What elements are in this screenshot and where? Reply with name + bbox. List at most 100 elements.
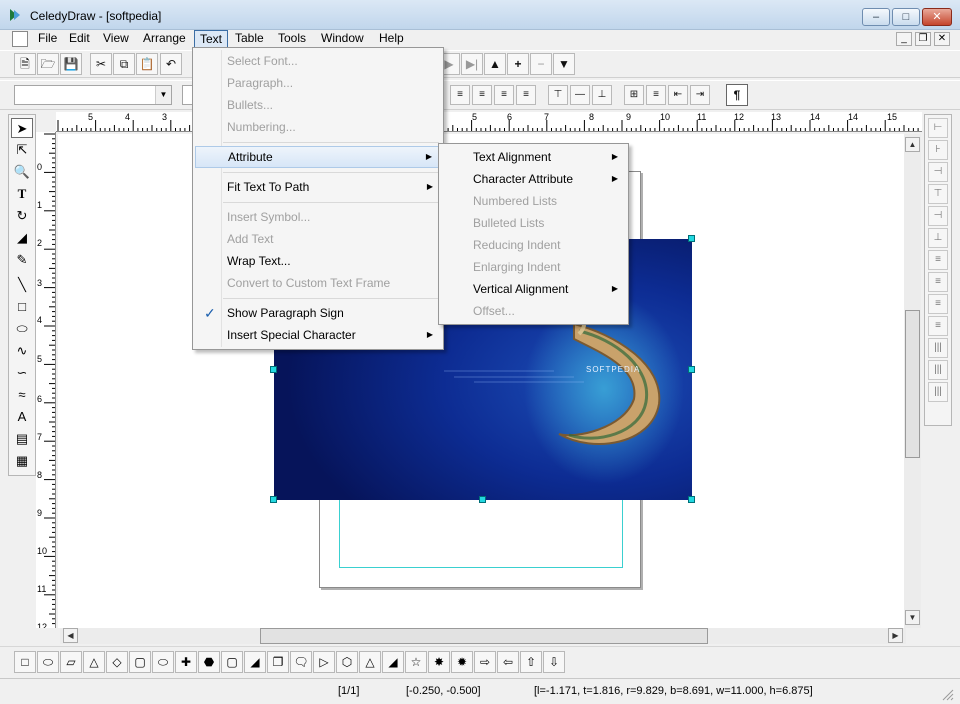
distribute-middle-icon[interactable]: ≡: [928, 272, 948, 292]
submenu-item-text-alignment[interactable]: Text Alignment ▶: [441, 146, 626, 168]
scroll-down-icon[interactable]: ▼: [905, 610, 920, 625]
text-tool-icon[interactable]: T: [11, 184, 33, 204]
scroll-up-icon[interactable]: ▲: [905, 137, 920, 152]
selection-handle[interactable]: [688, 235, 695, 242]
bulleted-list-icon[interactable]: ≡: [646, 85, 666, 105]
right-triangle-shape-icon[interactable]: ◢: [382, 651, 404, 673]
art-text-icon[interactable]: A: [11, 407, 33, 427]
paste-icon[interactable]: 📋: [136, 53, 158, 75]
submenu-item-numbered-lists[interactable]: Numbered Lists: [441, 190, 626, 212]
distribute-center-icon[interactable]: |||: [928, 338, 948, 358]
rectangle-icon[interactable]: □: [11, 297, 33, 317]
cube-shape-icon[interactable]: ❐: [267, 651, 289, 673]
ellipse-icon[interactable]: ⬭: [11, 319, 33, 339]
horizontal-scrollbar[interactable]: ◀ ▶: [60, 628, 906, 644]
menu-item-numbering[interactable]: Numbering...: [195, 116, 441, 138]
menu-item-fit-text-to-path[interactable]: Fit Text To Path ▶: [195, 176, 441, 198]
menu-text[interactable]: Text: [194, 30, 229, 48]
submenu-item-character-attribute[interactable]: Character Attribute ▶: [441, 168, 626, 190]
increase-indent-icon[interactable]: ⇥: [690, 85, 710, 105]
vertical-scrollbar[interactable]: ▲ ▼: [904, 134, 921, 628]
triangle-shape-icon[interactable]: △: [359, 651, 381, 673]
align-right-edges-icon[interactable]: ⊣: [928, 162, 948, 182]
selection-handle[interactable]: [479, 496, 486, 503]
align-centers-h-icon[interactable]: ⊦: [928, 140, 948, 160]
oval-shape-icon[interactable]: ⬭: [152, 651, 174, 673]
align-top-edges-icon[interactable]: ⊤: [928, 184, 948, 204]
valign-middle-icon[interactable]: —: [570, 85, 590, 105]
mdi-minimize-button[interactable]: _: [896, 32, 912, 46]
parallelogram-shape-icon[interactable]: ▱: [60, 651, 82, 673]
curve-icon[interactable]: ∿: [11, 341, 33, 361]
scroll-left-icon[interactable]: ◀: [63, 628, 78, 643]
mdi-close-button[interactable]: ✕: [934, 32, 950, 46]
submenu-item-reducing-indent[interactable]: Reducing Indent: [441, 234, 626, 256]
ellipse-shape-icon[interactable]: ⬭: [37, 651, 59, 673]
horizontal-scroll-thumb[interactable]: [260, 628, 708, 644]
distribute-left-icon[interactable]: ≡: [928, 316, 948, 336]
minimize-button[interactable]: –: [862, 8, 890, 26]
send-backward-icon[interactable]: ▼: [553, 53, 575, 75]
selection-handle[interactable]: [688, 366, 695, 373]
align-justify-icon[interactable]: ≡: [516, 85, 536, 105]
open-folder-icon[interactable]: 🗁: [37, 53, 59, 75]
cross-shape-icon[interactable]: ✚: [175, 651, 197, 673]
node-edit-icon[interactable]: ⇱: [11, 140, 33, 160]
numbered-list-icon[interactable]: ⊞: [624, 85, 644, 105]
freehand-icon[interactable]: ≈: [11, 385, 33, 405]
pentagon-arrow-shape-icon[interactable]: ▷: [313, 651, 335, 673]
menu-item-wrap-text[interactable]: Wrap Text...: [195, 250, 441, 272]
submenu-item-offset[interactable]: Offset...: [441, 300, 626, 322]
menu-file[interactable]: File: [33, 30, 62, 48]
selection-handle[interactable]: [688, 496, 695, 503]
menu-item-attribute[interactable]: Attribute ▶: [195, 146, 441, 168]
menu-item-paragraph[interactable]: Paragraph...: [195, 72, 441, 94]
decrease-indent-icon[interactable]: ⇤: [668, 85, 688, 105]
rect-shape-icon[interactable]: □: [14, 651, 36, 673]
arrow-left-shape-icon[interactable]: ⇦: [497, 651, 519, 673]
align-left-icon[interactable]: ≡: [450, 85, 470, 105]
cut-icon[interactable]: ✂: [90, 53, 112, 75]
menu-arrange[interactable]: Arrange: [138, 30, 191, 48]
text-frame-icon[interactable]: ▤: [11, 429, 33, 449]
zoom-in-icon[interactable]: +: [507, 53, 529, 75]
zoom-out-icon[interactable]: −: [530, 53, 552, 75]
submenu-item-enlarging-indent[interactable]: Enlarging Indent: [441, 256, 626, 278]
submenu-item-bulleted-lists[interactable]: Bulleted Lists: [441, 212, 626, 234]
arrow-up-shape-icon[interactable]: ⇧: [520, 651, 542, 673]
callout-shape-icon[interactable]: 🗨: [290, 651, 312, 673]
menu-item-bullets[interactable]: Bullets...: [195, 94, 441, 116]
last-page-icon[interactable]: ▶|: [461, 53, 483, 75]
valign-top-icon[interactable]: ⊤: [548, 85, 568, 105]
folded-corner-shape-icon[interactable]: ◢: [244, 651, 266, 673]
paragraph-sign-icon[interactable]: ¶: [726, 84, 748, 106]
resize-grip-icon[interactable]: [940, 687, 954, 701]
space-evenly-icon[interactable]: |||: [928, 382, 948, 402]
trapezoid-shape-icon[interactable]: △: [83, 651, 105, 673]
star-shape-icon[interactable]: ☆: [405, 651, 427, 673]
selection-handle[interactable]: [270, 496, 277, 503]
align-center-icon[interactable]: ≡: [472, 85, 492, 105]
pen-icon[interactable]: ✎: [11, 250, 33, 270]
distribute-top-icon[interactable]: ≡: [928, 250, 948, 270]
maximize-button[interactable]: □: [892, 8, 920, 26]
undo-icon[interactable]: ↶: [160, 53, 182, 75]
octagon-shape-icon[interactable]: ⬣: [198, 651, 220, 673]
vertical-scroll-thumb[interactable]: [905, 310, 920, 458]
arrow-down-shape-icon[interactable]: ⇩: [543, 651, 565, 673]
distribute-bottom-icon[interactable]: ≡: [928, 294, 948, 314]
seal-shape-icon[interactable]: ✸: [428, 651, 450, 673]
fill-bucket-icon[interactable]: ◢: [11, 228, 33, 248]
menu-help[interactable]: Help: [374, 30, 409, 48]
menu-item-show-paragraph-sign[interactable]: ✓ Show Paragraph Sign: [195, 302, 441, 324]
align-right-icon[interactable]: ≡: [494, 85, 514, 105]
rotate-icon[interactable]: ↻: [11, 206, 33, 226]
font-name-combo[interactable]: ▼: [14, 85, 172, 105]
pointer-icon[interactable]: ➤: [11, 118, 33, 138]
hexagon-shape-icon[interactable]: ⬡: [336, 651, 358, 673]
submenu-item-vertical-alignment[interactable]: Vertical Alignment ▶: [441, 278, 626, 300]
close-button[interactable]: ✕: [922, 8, 952, 26]
bezier-icon[interactable]: ∽: [11, 363, 33, 383]
zoom-icon[interactable]: 🔍: [11, 162, 33, 182]
menu-item-insert-special-character[interactable]: Insert Special Character ▶: [195, 324, 441, 346]
